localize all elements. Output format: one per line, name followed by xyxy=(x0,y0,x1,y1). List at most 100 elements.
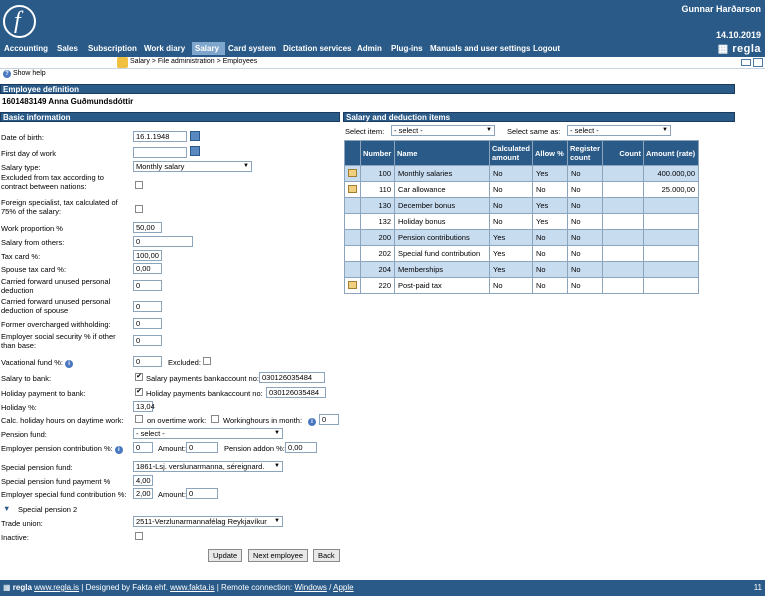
carried-personal-input[interactable]: 0 xyxy=(133,280,162,291)
select-item-select[interactable]: - select - ▼ xyxy=(391,125,495,136)
calendar-icon[interactable] xyxy=(190,146,200,156)
holiday-pct-input[interactable]: 13,04 xyxy=(133,401,155,412)
cell-name: Pension contributions xyxy=(394,229,490,246)
table-row[interactable]: 202 Special fund contribution Yes No No xyxy=(344,245,700,262)
nav-dictation-services[interactable]: Dictation services xyxy=(283,44,351,53)
nav-plug-ins[interactable]: Plug-ins xyxy=(391,44,423,53)
employee-id-name: 1601483149 Anna Guðmundsdóttir xyxy=(2,97,134,106)
fakta-link[interactable]: www.fakta.is xyxy=(170,583,214,592)
vacational-fund-input[interactable]: 0 xyxy=(133,356,162,367)
employer-pension-input[interactable]: 0 xyxy=(133,442,153,453)
employer-special-input[interactable]: 2,00 xyxy=(133,488,153,499)
amount-input-2[interactable]: 0 xyxy=(186,488,218,499)
nav-work-diary[interactable]: Work diary xyxy=(144,44,185,53)
employer-special-label: Employer special fund contribution %: xyxy=(1,490,127,499)
cell-icon xyxy=(344,245,361,262)
table-row[interactable]: 130 December bonus No Yes No xyxy=(344,197,700,214)
cell-count xyxy=(602,197,645,214)
excluded-tax-checkbox[interactable] xyxy=(135,181,143,189)
cell-allow: Yes xyxy=(532,197,568,214)
nav-sales[interactable]: Sales xyxy=(57,44,78,53)
calc-holiday-checkbox[interactable] xyxy=(135,415,143,423)
holiday-pct-label: Holiday %: xyxy=(1,403,37,412)
work-proportion-input[interactable]: 50,00 xyxy=(133,222,162,233)
user-name[interactable]: Gunnar Harðarson xyxy=(681,4,761,14)
salary-type-label: Salary type: xyxy=(1,163,41,172)
nav-admin[interactable]: Admin xyxy=(357,44,382,53)
mail-icon[interactable] xyxy=(741,59,751,66)
salary-others-input[interactable]: 0 xyxy=(133,236,193,247)
table-row[interactable]: 110 Car allowance No No No 25.000,00 xyxy=(344,181,700,198)
show-help-label[interactable]: Show help xyxy=(13,70,46,77)
col-number: Number xyxy=(360,140,395,166)
nav-logout[interactable]: Logout xyxy=(533,44,560,53)
update-button[interactable]: Update xyxy=(208,549,243,562)
calendar-icon[interactable] xyxy=(190,131,200,141)
info-icon[interactable]: i xyxy=(114,446,123,454)
table-row[interactable]: 100 Monthly salaries No Yes No 400.000,00 xyxy=(344,165,700,182)
holiday-bank-checkbox[interactable]: ✔ xyxy=(135,388,143,396)
edit-icon[interactable] xyxy=(348,280,357,289)
special-pension-2-label[interactable]: Special pension 2 xyxy=(18,505,77,514)
former-over-input[interactable]: 0 xyxy=(133,318,162,329)
nav-manuals[interactable]: Manuals and user settings xyxy=(430,44,530,53)
inactive-checkbox[interactable] xyxy=(135,532,143,540)
work-proportion-label: Work proportion % xyxy=(1,224,63,233)
nav-card-system[interactable]: Card system xyxy=(228,44,276,53)
trade-union-select[interactable]: 2511-Verzlunarmannafélag Reykjavíkur ▼ xyxy=(133,516,283,527)
nav-salary[interactable]: Salary xyxy=(195,44,219,53)
app-footer: ▦ regla www.regla.is | Designed by Fakta… xyxy=(0,580,765,596)
pension-addon-input[interactable]: 0,00 xyxy=(285,442,317,453)
col-count: Count xyxy=(602,140,645,166)
table-row[interactable]: 132 Holiday bonus No Yes No xyxy=(344,213,700,230)
next-employee-button[interactable]: Next employee xyxy=(248,549,309,562)
first-day-input[interactable] xyxy=(133,147,187,158)
cell-number: 130 xyxy=(360,197,395,214)
table-row[interactable]: 220 Post-paid tax No No No xyxy=(344,277,700,294)
special-pension-select[interactable]: 1861-Lsj. verslunarmanna, séreignard. ▼ xyxy=(133,461,283,472)
special-payment-input[interactable]: 4,00 xyxy=(133,475,153,486)
cell-register: No xyxy=(566,245,604,262)
nav-accounting[interactable]: Accounting xyxy=(4,44,48,53)
date-of-birth-input[interactable]: 16.1.1948 xyxy=(133,131,187,142)
info-icon[interactable]: i xyxy=(65,360,74,368)
cell-allow: No xyxy=(532,277,568,294)
edit-icon[interactable] xyxy=(348,168,357,177)
spouse-tax-label: Spouse tax card %: xyxy=(1,265,67,274)
pension-fund-label: Pension fund: xyxy=(1,430,47,439)
show-help[interactable]: ? Show help xyxy=(3,70,46,78)
nav-subscription[interactable]: Subscription xyxy=(88,44,137,53)
apple-link[interactable]: Apple xyxy=(333,583,353,592)
expand-icon[interactable]: ▼ xyxy=(3,504,10,513)
tax-card-input[interactable]: 100,00 xyxy=(133,250,162,261)
regla-link[interactable]: www.regla.is xyxy=(34,583,79,592)
workinghours-input[interactable]: 0 xyxy=(319,414,339,425)
carried-spouse-input[interactable]: 0 xyxy=(133,301,162,312)
info-icon[interactable]: i xyxy=(308,416,316,426)
table-row[interactable]: 204 Memberships Yes No No xyxy=(344,261,700,278)
amount-label: Amount: xyxy=(158,444,186,453)
table-row[interactable]: 200 Pension contributions Yes No No xyxy=(344,229,700,246)
cell-count xyxy=(602,165,645,182)
overtime-checkbox[interactable] xyxy=(211,415,219,423)
logo-icon[interactable]: f xyxy=(3,5,36,38)
pension-fund-select[interactable]: - select - ▼ xyxy=(133,428,283,439)
salary-others-label: Salary from others: xyxy=(1,238,65,247)
cell-allow: Yes xyxy=(532,165,568,182)
select-item-label: Select item: xyxy=(345,127,385,136)
edit-icon[interactable] xyxy=(348,184,357,193)
select-same-select[interactable]: - select - ▼ xyxy=(567,125,671,136)
cell-name: Holiday bonus xyxy=(394,213,490,230)
salary-bank-input[interactable]: 030126035484 xyxy=(259,372,325,383)
amount-input[interactable]: 0 xyxy=(186,442,218,453)
foreign-specialist-checkbox[interactable] xyxy=(135,205,143,213)
excluded-checkbox[interactable] xyxy=(203,357,211,365)
salary-type-select[interactable]: Monthly salary ▼ xyxy=(133,161,252,172)
employer-social-input[interactable]: 0 xyxy=(133,335,162,346)
window-icon[interactable] xyxy=(753,58,763,67)
salary-bank-checkbox[interactable]: ✔ xyxy=(135,373,143,381)
spouse-tax-input[interactable]: 0,00 xyxy=(133,263,162,274)
windows-link[interactable]: Windows xyxy=(294,583,326,592)
back-button[interactable]: Back xyxy=(313,549,340,562)
holiday-bank-input[interactable]: 030126035484 xyxy=(266,387,326,398)
